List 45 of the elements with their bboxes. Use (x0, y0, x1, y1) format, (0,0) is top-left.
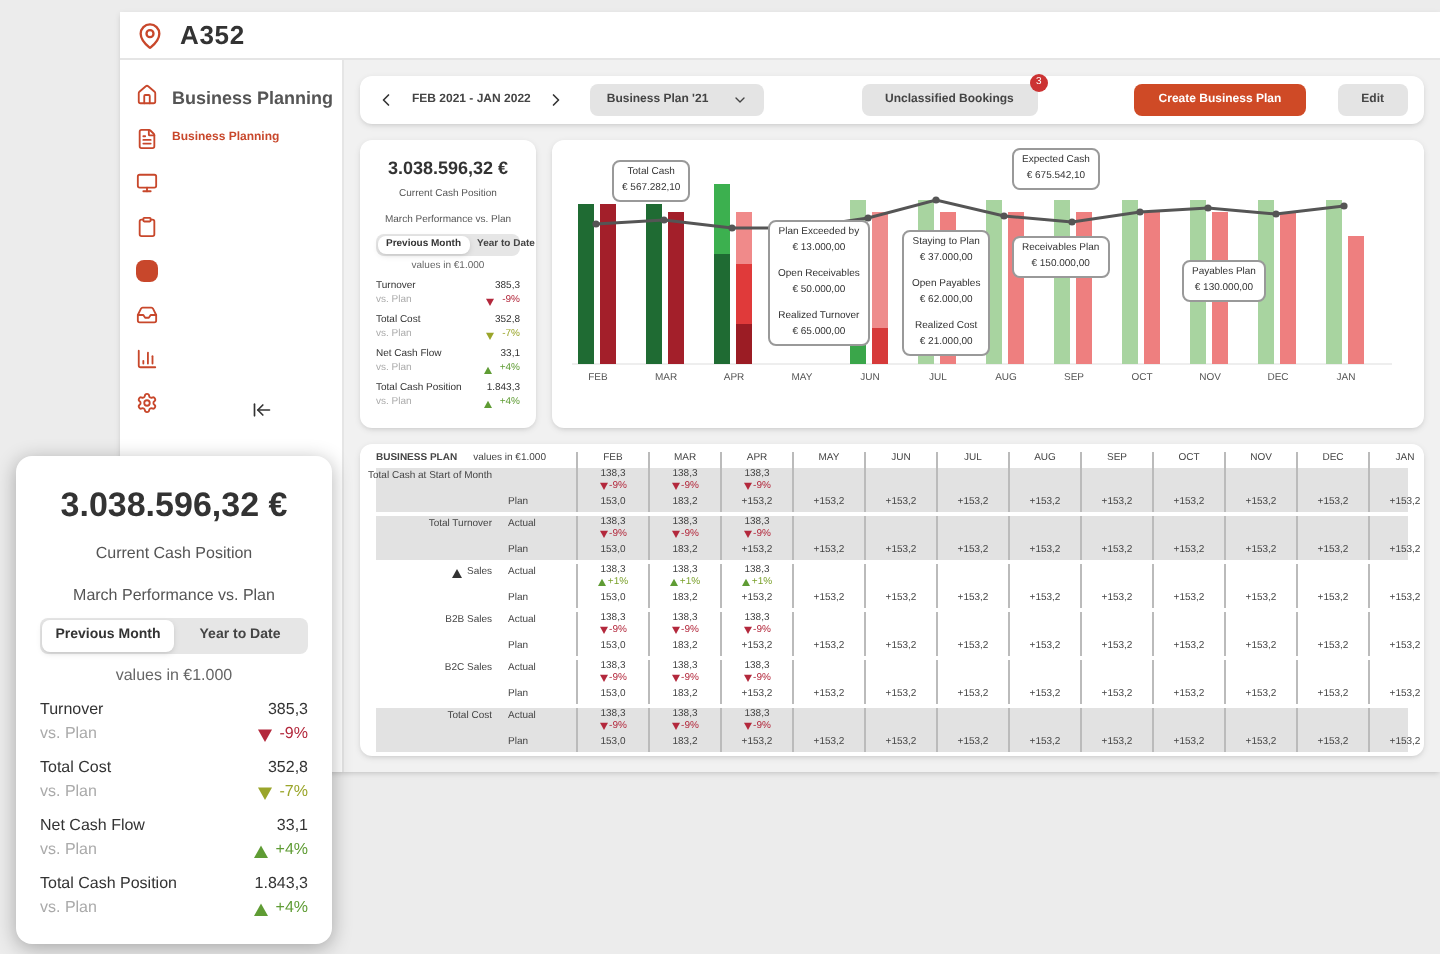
unit-note: values in €1.000 (113, 664, 235, 688)
home-icon[interactable] (135, 84, 157, 106)
inbox-icon[interactable] (135, 304, 157, 326)
metric-delta: -9% (279, 722, 308, 746)
metric-sub: vs. Plan (40, 780, 97, 804)
metric-delta: +4% (275, 896, 308, 920)
data-point (1000, 212, 1008, 220)
performance-title: March Performance vs. Plan (71, 583, 277, 607)
metric-name: Turnover (40, 698, 104, 722)
metric-name: Total Cash Position (40, 872, 177, 896)
metric-sub: vs. Plan (40, 838, 97, 862)
settings-icon[interactable] (135, 392, 157, 414)
bar-chart-icon[interactable] (135, 348, 157, 370)
cash-amount: 3.038.596,32 € (58, 484, 290, 528)
metric-sub: vs. Plan (40, 722, 97, 746)
cash-amount: 3.038.596,32 € (385, 156, 511, 182)
data-point (1204, 204, 1212, 212)
data-point (1340, 202, 1348, 210)
collapse-sidebar-icon[interactable] (252, 400, 272, 420)
cash-caption: Current Cash Position (93, 541, 255, 565)
bar (1348, 236, 1364, 364)
data-point (1068, 218, 1076, 226)
data-point (660, 216, 668, 224)
caret-icon (732, 92, 749, 108)
metric-name: Net Cash Flow (40, 814, 145, 838)
data-point (1136, 208, 1144, 216)
metric-value: 33,1 (276, 814, 308, 838)
metric-value: 385,3 (267, 698, 308, 722)
metric-delta: -7% (279, 780, 308, 804)
monitor-icon[interactable] (135, 172, 157, 194)
data-point (592, 220, 600, 228)
metric-sub: vs. Plan (40, 896, 97, 920)
location-pin-icon (136, 21, 164, 49)
metric-delta: +4% (275, 838, 308, 862)
metric-value: 352,8 (267, 756, 308, 780)
metric-value: 1.843,3 (254, 872, 308, 896)
document-icon[interactable] (135, 128, 157, 150)
data-point (932, 196, 940, 204)
sidebar-title: Business Planning (172, 86, 334, 112)
data-point (728, 224, 736, 232)
data-point (1272, 210, 1280, 218)
data-point (864, 214, 872, 222)
app-logo: A352 (180, 17, 245, 54)
clipboard-icon[interactable] (135, 216, 157, 238)
metric-name: Total Cost (40, 756, 112, 780)
